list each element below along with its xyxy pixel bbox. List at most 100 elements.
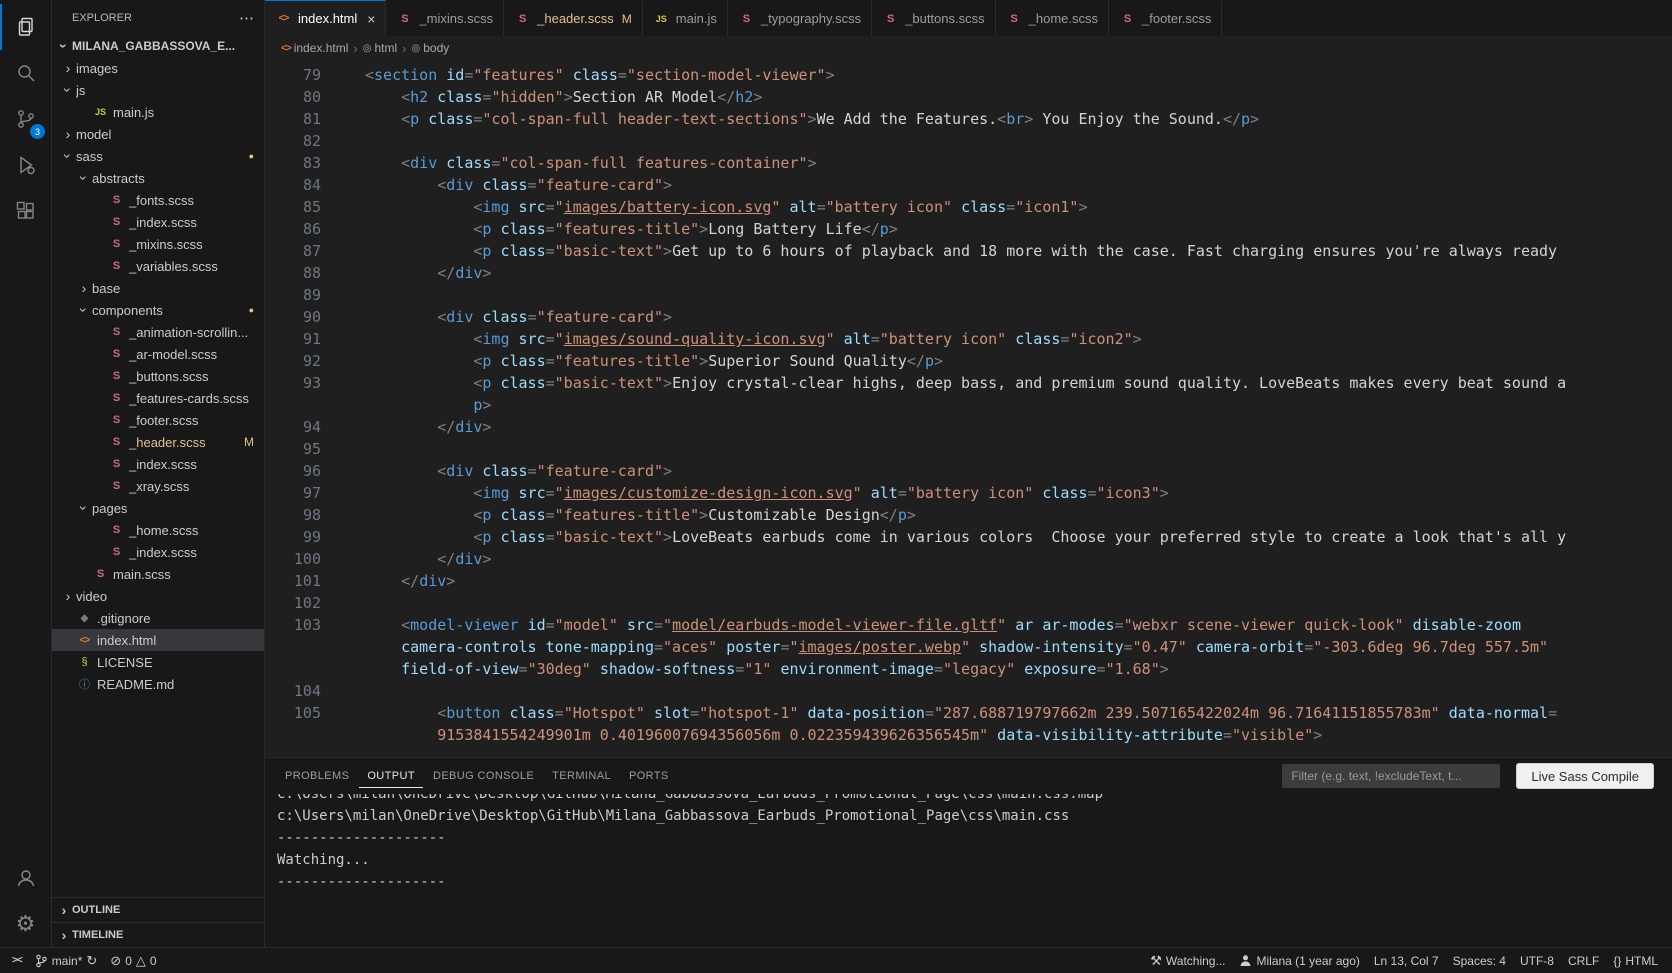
sass-watching-item[interactable]: ⚒ Watching...	[1146, 948, 1229, 973]
line-number[interactable]: 97	[265, 482, 365, 504]
timeline-section[interactable]: › TIMELINE	[52, 922, 264, 947]
file-item-buttons-scss[interactable]: S_buttons.scss	[52, 365, 264, 387]
file-item-index-scss[interactable]: S_index.scss	[52, 211, 264, 233]
line-number[interactable]	[265, 636, 365, 658]
folder-item-sass[interactable]: ›sass●	[52, 145, 264, 167]
breadcrumb-item-html[interactable]: html	[374, 41, 397, 55]
line-number[interactable]: 96	[265, 460, 365, 482]
extensions-icon[interactable]	[0, 188, 51, 234]
file-item-animation-scrollin[interactable]: S_animation-scrollin...	[52, 321, 264, 343]
file-item-home-scss[interactable]: S_home.scss	[52, 519, 264, 541]
line-number[interactable]: 83	[265, 152, 365, 174]
file-item-variables-scss[interactable]: S_variables.scss	[52, 255, 264, 277]
line-number[interactable]: 95	[265, 438, 365, 460]
line-number[interactable]: 100	[265, 548, 365, 570]
tab-buttons-scss[interactable]: S_buttons.scss	[872, 0, 996, 36]
file-item-mixins-scss[interactable]: S_mixins.scss	[52, 233, 264, 255]
file-item-footer-scss[interactable]: S_footer.scss	[52, 409, 264, 431]
line-number[interactable]: 90	[265, 306, 365, 328]
line-number[interactable]: 82	[265, 130, 365, 152]
tab-typography-scss[interactable]: S_typography.scss	[728, 0, 872, 36]
line-number[interactable]: 104	[265, 680, 365, 702]
file-item-index-html[interactable]: <>index.html	[52, 629, 264, 651]
settings-gear-icon[interactable]: ⚙	[0, 901, 51, 947]
eol-item[interactable]: CRLF	[1564, 948, 1603, 973]
file-item-features-cards-scss[interactable]: S_features-cards.scss	[52, 387, 264, 409]
explorer-icon[interactable]	[0, 4, 51, 50]
language-mode-item[interactable]: {} HTML	[1609, 948, 1662, 973]
line-number[interactable]: 80	[265, 86, 365, 108]
tab-header-scss[interactable]: S_header.scssM	[504, 0, 643, 36]
file-item-readme-md[interactable]: ⓘREADME.md	[52, 673, 264, 695]
panel-tab-output[interactable]: OUTPUT	[359, 764, 423, 788]
line-number[interactable]: 94	[265, 416, 365, 438]
folder-item-video[interactable]: ›video	[52, 585, 264, 607]
line-number[interactable]: 105	[265, 702, 365, 724]
tab-mixins-scss[interactable]: S_mixins.scss	[386, 0, 504, 36]
folder-item-js[interactable]: ›js	[52, 79, 264, 101]
folder-item-model[interactable]: ›model	[52, 123, 264, 145]
file-item-gitignore[interactable]: ◆.gitignore	[52, 607, 264, 629]
line-number[interactable]: 92	[265, 350, 365, 372]
folder-item-pages[interactable]: ›pages	[52, 497, 264, 519]
file-item-main-js[interactable]: JSmain.js	[52, 101, 264, 123]
file-item-fonts-scss[interactable]: S_fonts.scss	[52, 189, 264, 211]
output-channel-button[interactable]: Live Sass Compile	[1516, 763, 1654, 789]
close-icon[interactable]: ×	[367, 11, 375, 27]
source-control-icon[interactable]: 3	[0, 96, 51, 142]
panel-tab-problems[interactable]: PROBLEMS	[277, 764, 357, 788]
line-number[interactable]	[265, 394, 365, 416]
folder-item-images[interactable]: ›images	[52, 57, 264, 79]
code-editor[interactable]: 79<section id="features" class="section-…	[265, 60, 1672, 757]
panel-tab-terminal[interactable]: TERMINAL	[544, 764, 619, 788]
line-number[interactable]: 84	[265, 174, 365, 196]
more-actions-icon[interactable]: ⋯	[239, 9, 254, 27]
git-blame-item[interactable]: Milana (1 year ago)	[1235, 948, 1363, 973]
line-number[interactable]	[265, 724, 365, 746]
line-number[interactable]: 87	[265, 240, 365, 262]
folder-item-base[interactable]: ›base	[52, 277, 264, 299]
tab-home-scss[interactable]: S_home.scss	[996, 0, 1109, 36]
line-number[interactable]: 85	[265, 196, 365, 218]
line-number[interactable]: 88	[265, 262, 365, 284]
breadcrumb-item-body[interactable]: body	[423, 41, 449, 55]
file-item-xray-scss[interactable]: S_xray.scss	[52, 475, 264, 497]
line-number[interactable]: 79	[265, 64, 365, 86]
cursor-position-item[interactable]: Ln 13, Col 7	[1370, 948, 1443, 973]
file-item-ar-model-scss[interactable]: S_ar-model.scss	[52, 343, 264, 365]
tab-footer-scss[interactable]: S_footer.scss	[1109, 0, 1222, 36]
account-icon[interactable]	[0, 855, 51, 901]
line-number[interactable]: 99	[265, 526, 365, 548]
file-item-header-scss[interactable]: S_header.scssM	[52, 431, 264, 453]
folder-item-components[interactable]: ›components●	[52, 299, 264, 321]
tab-main-js[interactable]: JSmain.js	[643, 0, 728, 36]
line-number[interactable]: 86	[265, 218, 365, 240]
outline-section[interactable]: › OUTLINE	[52, 897, 264, 922]
panel-tab-debug-console[interactable]: DEBUG CONSOLE	[425, 764, 542, 788]
search-icon[interactable]	[0, 50, 51, 96]
panel-tab-ports[interactable]: PORTS	[621, 764, 677, 788]
file-item-index-scss[interactable]: S_index.scss	[52, 453, 264, 475]
folder-item-abstracts[interactable]: ›abstracts	[52, 167, 264, 189]
line-number[interactable]: 102	[265, 592, 365, 614]
tab-index-html[interactable]: <>index.html×	[265, 0, 386, 36]
file-item-license[interactable]: §LICENSE	[52, 651, 264, 673]
encoding-item[interactable]: UTF-8	[1516, 948, 1558, 973]
line-number[interactable]: 81	[265, 108, 365, 130]
file-item-index-scss[interactable]: S_index.scss	[52, 541, 264, 563]
line-number[interactable]: 98	[265, 504, 365, 526]
line-number[interactable]: 93	[265, 372, 365, 394]
indentation-item[interactable]: Spaces: 4	[1449, 948, 1510, 973]
run-debug-icon[interactable]	[0, 142, 51, 188]
workspace-root-folder[interactable]: › MILANA_GABBASSOVA_E...	[52, 35, 264, 57]
branch-status-item[interactable]: main* ↻	[31, 948, 102, 973]
remote-indicator[interactable]: ><	[8, 948, 26, 973]
breadcrumb-item-index-html[interactable]: index.html	[294, 41, 349, 55]
line-number[interactable]	[265, 658, 365, 680]
line-number[interactable]: 101	[265, 570, 365, 592]
problems-status-item[interactable]: ⊘ 0 △ 0	[106, 948, 160, 973]
output-filter-input[interactable]	[1282, 764, 1500, 788]
line-number[interactable]: 89	[265, 284, 365, 306]
line-number[interactable]: 103	[265, 614, 365, 636]
file-item-main-scss[interactable]: Smain.scss	[52, 563, 264, 585]
